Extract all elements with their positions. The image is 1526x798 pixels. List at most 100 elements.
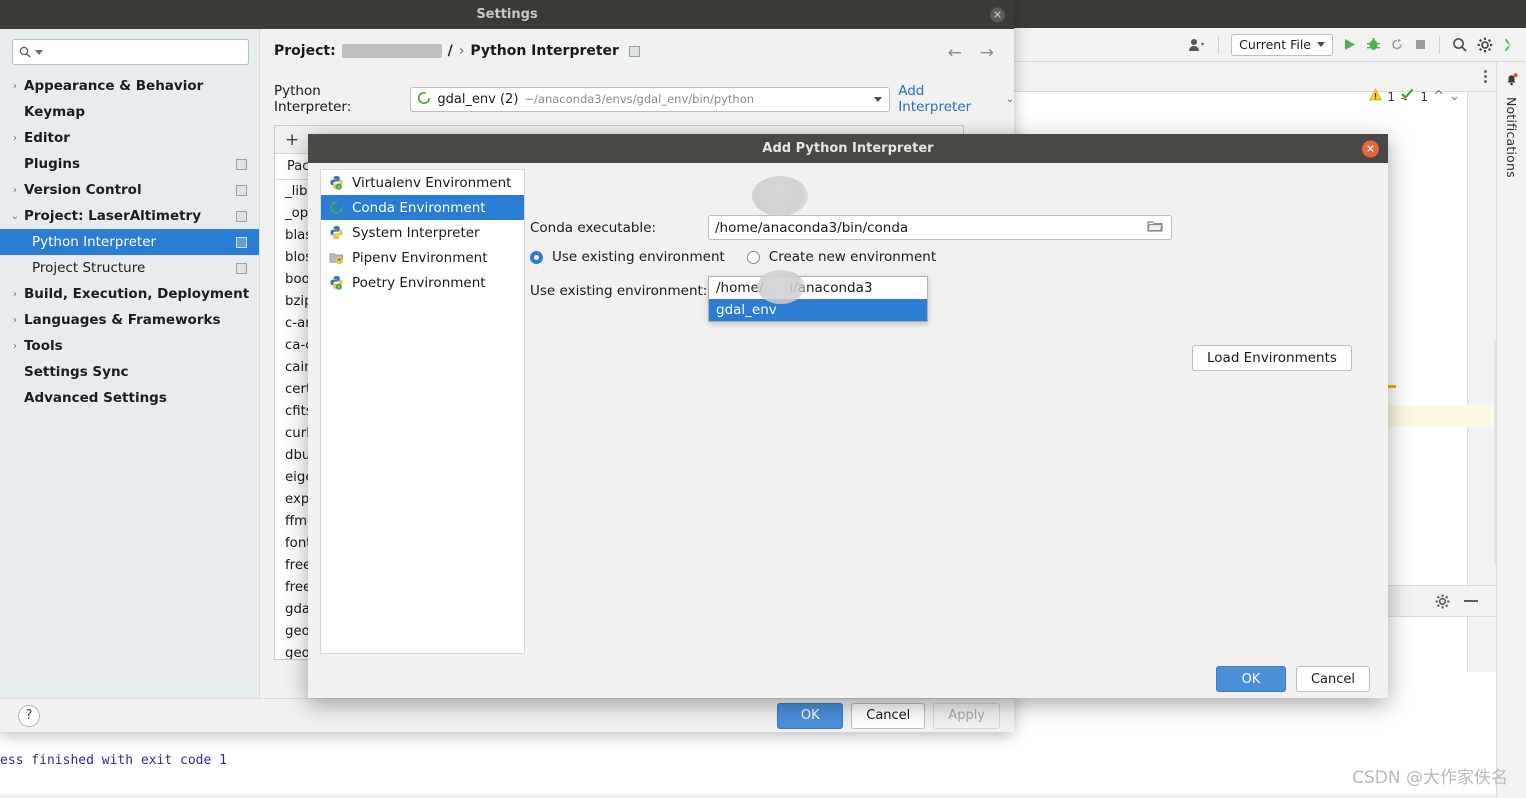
use-existing-environment-radio[interactable] [530,251,543,264]
settings-tree-item-settings-sync[interactable]: Settings Sync [0,359,259,385]
inspection-widget: 1 1 ^ ⌄ [1369,88,1460,104]
settings-tree-item-project-structure[interactable]: Project Structure [0,255,259,281]
settings-tree-list: ›Appearance & BehaviorKeymap›EditorPlugi… [0,73,259,411]
redaction-blur-dropdown-path [757,270,805,304]
chevron-right-icon[interactable]: › [8,185,22,196]
settings-tree-item-keymap[interactable]: Keymap [0,99,259,125]
settings-tree-item-plugins[interactable]: Plugins [0,151,259,177]
stop-icon[interactable] [1414,38,1427,51]
settings-tree-item-label: Project: LaserAltimetry [24,208,201,224]
project-scope-badge-icon [236,159,247,170]
settings-search-field[interactable] [47,44,242,60]
chevron-right-icon[interactable]: › [8,341,22,352]
load-environments-button[interactable]: Load Environments [1192,345,1352,371]
settings-tree-item-advanced-settings[interactable]: Advanced Settings [0,385,259,411]
gear-icon[interactable] [1477,37,1493,53]
ide-status-bar [0,794,1496,798]
settings-tree-item-python-interpreter[interactable]: Python Interpreter [0,229,259,255]
settings-apply-button[interactable]: Apply [933,703,1000,729]
dropdown-option[interactable]: gdal_env [709,299,927,321]
package-name: boo [285,272,310,287]
prev-problem-icon[interactable]: ^ [1433,89,1444,104]
python-interpreter-path: ~/anaconda3/envs/gdal_env/bin/python [524,92,754,106]
existing-environment-dropdown-list[interactable]: /home/i/anaconda3gdal_env [708,276,928,322]
notifications-label: Notifications [1504,97,1519,178]
env-type-item-virtualenv-environment[interactable]: VVirtualenv Environment [321,170,524,195]
settings-cancel-button[interactable]: Cancel [851,703,925,729]
python-interpreter-row: Python Interpreter: gdal_env (2) ~/anaco… [274,83,1014,115]
settings-tree-item-label: Settings Sync [24,364,129,380]
ide-updates-icon[interactable] [1502,37,1518,53]
dropdown-option[interactable]: /home/i/anaconda3 [709,277,927,299]
notification-bell-icon[interactable] [1504,72,1519,91]
close-icon[interactable]: ✕ [1362,140,1379,157]
settings-tree-item-label: Project Structure [32,260,145,276]
debug-icon[interactable] [1366,37,1381,52]
conda-executable-input[interactable]: /home /anaconda3/bin/conda [708,215,1172,240]
environment-type-list: VVirtualenv EnvironmentConda Environment… [320,169,525,654]
add-interpreter-ok-button[interactable]: OK [1216,666,1286,692]
next-problem-icon[interactable]: ⌄ [1449,89,1460,104]
env-type-label: Pipenv Environment [352,250,488,266]
user-account-icon[interactable] [1188,38,1206,52]
breadcrumb-page: Python Interpreter [470,43,619,59]
settings-tree-item-languages-frameworks[interactable]: ›Languages & Frameworks [0,307,259,333]
more-options-icon[interactable] [1478,68,1492,85]
settings-search-input[interactable] [12,39,249,65]
settings-tree-item-version-control[interactable]: ›Version Control [0,177,259,203]
conda-executable-value-prefix: /home [715,220,758,236]
python-interpreter-name: gdal_env (2) [437,92,518,107]
settings-tree-item-label: Version Control [24,182,142,198]
close-icon[interactable]: ✕ [990,7,1005,22]
settings-tree-item-editor[interactable]: ›Editor [0,125,259,151]
notifications-tool-rail[interactable]: Notifications [1496,62,1526,798]
settings-footer: ? OK Cancel Apply [0,698,1014,732]
add-interpreter-button[interactable]: Add Interpreter ⌄ [898,83,1014,115]
chevron-down-icon[interactable] [874,97,882,102]
folder-icon[interactable] [1147,219,1163,236]
settings-ok-button[interactable]: OK [777,703,843,729]
pipenv-icon [329,250,344,265]
chevron-right-icon[interactable]: › [8,81,22,92]
python-interpreter-combobox[interactable]: gdal_env (2) ~/anaconda3/envs/gdal_env/b… [410,87,890,112]
python-interpreter-label: Python Interpreter: [274,83,402,115]
conda-icon [417,90,431,109]
settings-tree-item-build-execution-deployment[interactable]: ›Build, Execution, Deployment [0,281,259,307]
chevron-right-icon[interactable]: › [8,289,22,300]
add-interpreter-cancel-button[interactable]: Cancel [1296,666,1370,692]
env-type-item-system-interpreter[interactable]: System Interpreter [321,220,524,245]
settings-tree-item-appearance-behavior[interactable]: ›Appearance & Behavior [0,73,259,99]
minimize-panel-icon[interactable] [1464,599,1478,603]
run-configuration-selector[interactable]: Current File [1231,34,1333,56]
settings-tree-item-label: Advanced Settings [24,390,167,406]
add-package-button[interactable]: + [285,130,299,150]
toolbar-separator-2 [1439,36,1440,54]
back-arrow-icon[interactable]: ← [948,43,962,63]
help-button[interactable]: ? [18,705,40,727]
chevron-right-icon[interactable]: › [8,315,22,326]
chevron-down-icon[interactable]: ⌄ [8,211,22,222]
search-filter-chevron-icon[interactable] [35,50,43,55]
breadcrumb-slash: / [448,43,453,59]
conda-executable-label: Conda executable: [530,220,708,236]
settings-titlebar: Settings ✕ [0,0,1014,29]
conda-executable-value-suffix: /anaconda3/bin/conda [758,220,908,236]
project-scope-badge-icon [236,211,247,222]
environment-mode-radio-group: Use existing environment Create new envi… [530,249,936,265]
breadcrumb-scope-badge-icon [629,46,640,57]
run-with-coverage-icon[interactable] [1390,37,1405,52]
use-existing-environment-label: Use existing environment [552,249,725,265]
inspection-ok-count: 1 [1420,89,1428,104]
env-type-item-conda-environment[interactable]: Conda Environment [321,195,524,220]
env-type-item-pipenv-environment[interactable]: Pipenv Environment [321,245,524,270]
project-scope-badge-icon [236,185,247,196]
create-new-environment-radio[interactable] [747,251,760,264]
chevron-right-icon[interactable]: › [8,133,22,144]
gear-icon-panel[interactable] [1435,594,1450,609]
env-type-item-poetry-environment[interactable]: VPoetry Environment [321,270,524,295]
run-icon[interactable] [1342,37,1357,52]
settings-tree-item-tools[interactable]: ›Tools [0,333,259,359]
search-everywhere-icon[interactable] [1452,37,1468,53]
forward-arrow-icon[interactable]: → [980,43,994,63]
settings-tree-item-project-laseraltimetry[interactable]: ⌄Project: LaserAltimetry [0,203,259,229]
